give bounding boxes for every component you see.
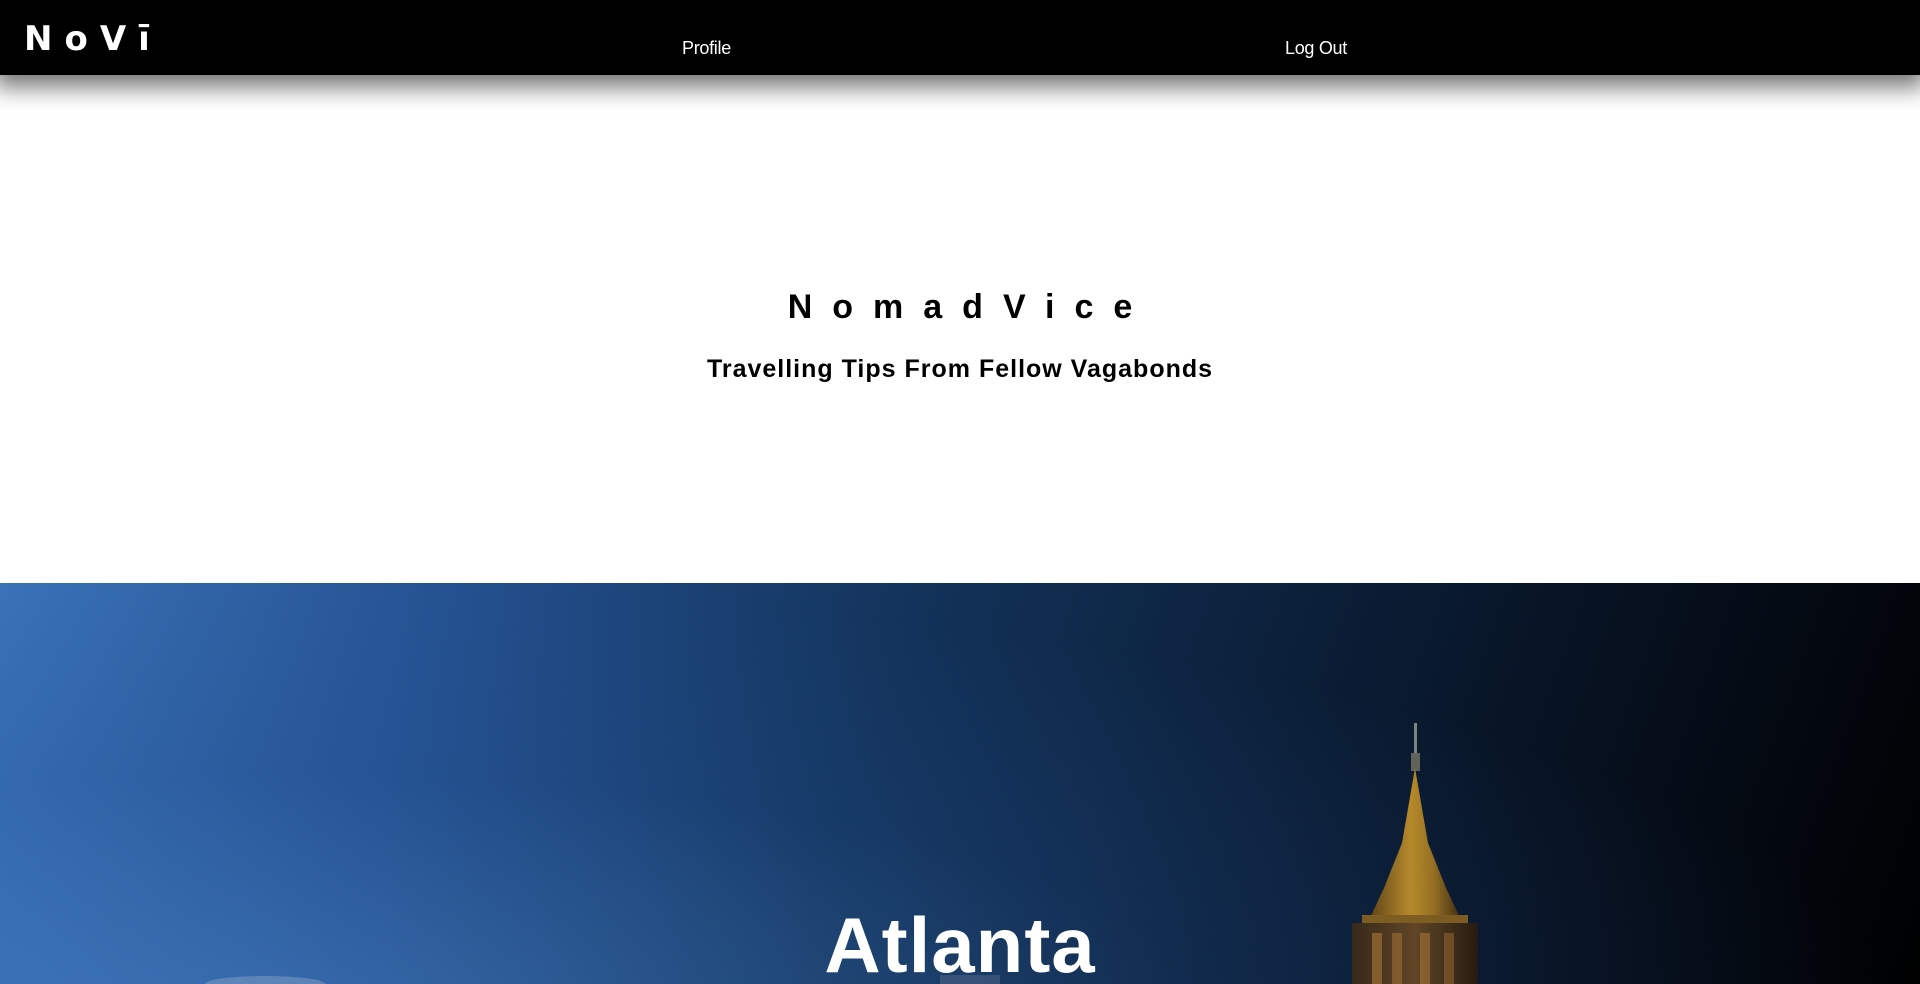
- featured-city-name: Atlanta: [824, 901, 1096, 984]
- site-logo[interactable]: NoVī: [24, 22, 162, 56]
- site-title: NomadVice: [787, 288, 1153, 326]
- featured-city-banner[interactable]: Atlanta: [0, 583, 1920, 984]
- antenna: [1414, 723, 1417, 758]
- spire-crown: [1370, 768, 1460, 918]
- nav-link-logout[interactable]: Log Out: [1285, 39, 1347, 57]
- hero-section: NomadVice Travelling Tips From Fellow Va…: [0, 75, 1920, 583]
- site-tagline: Travelling Tips From Fellow Vagabonds: [706, 355, 1214, 383]
- nav-link-profile[interactable]: Profile: [682, 39, 731, 57]
- antenna-base: [1411, 753, 1420, 771]
- top-navbar: NoVī Profile Log Out: [0, 0, 1920, 75]
